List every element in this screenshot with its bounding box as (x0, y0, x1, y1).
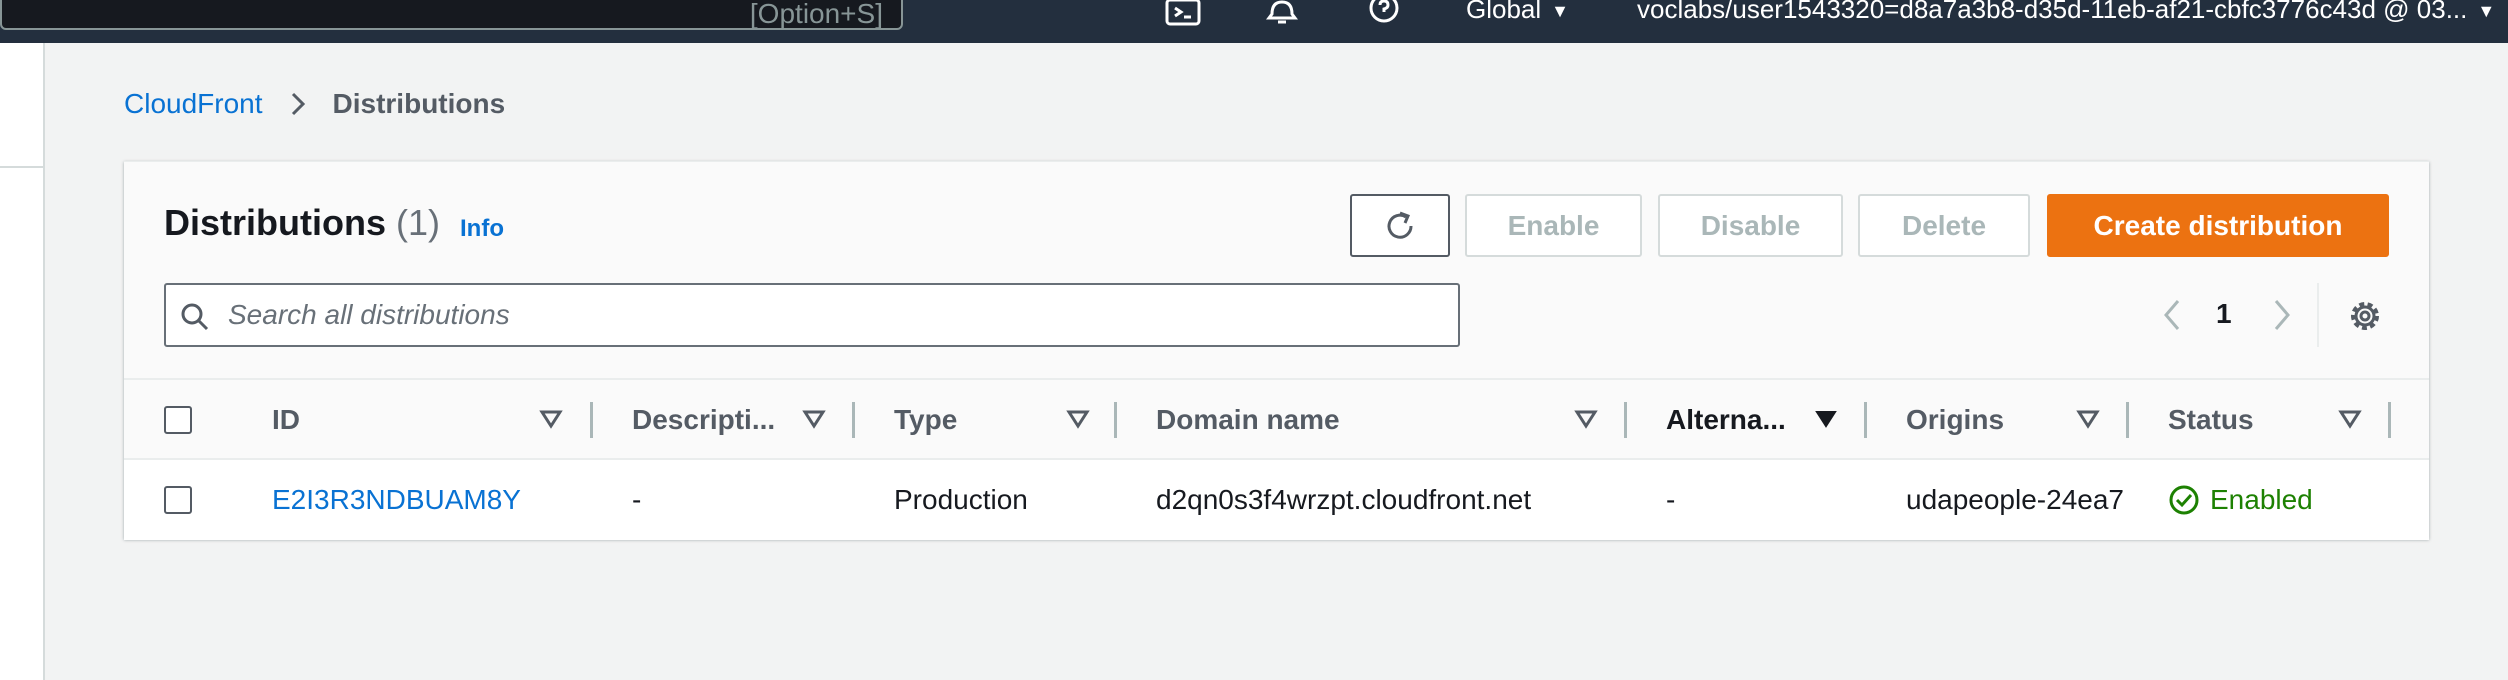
table-header: Distributions (1) Info Enable Disable De… (124, 162, 2429, 380)
previous-page-icon[interactable] (2154, 295, 2190, 335)
page-title: Distributions (1) (164, 202, 440, 244)
title-text: Distributions (164, 202, 386, 243)
search-field[interactable] (164, 283, 1460, 347)
column-header-description[interactable]: Descripti... (632, 380, 775, 460)
column-header-alternate[interactable]: Alterna... (1666, 380, 1786, 460)
column-divider[interactable] (852, 402, 855, 438)
disable-button[interactable]: Disable (1658, 194, 1843, 257)
distributions-table-container: Distributions (1) Info Enable Disable De… (124, 161, 2429, 540)
create-distribution-button[interactable]: Create distribution (2047, 194, 2389, 257)
column-divider[interactable] (2388, 402, 2391, 438)
search-icon (181, 303, 209, 331)
cloudshell-icon[interactable] (1164, 0, 1204, 32)
delete-button[interactable]: Delete (1858, 194, 2030, 257)
info-link[interactable]: Info (460, 215, 504, 243)
sort-icon[interactable] (2338, 408, 2362, 430)
column-header-type[interactable]: Type (894, 380, 957, 460)
select-all-checkbox[interactable] (164, 406, 192, 434)
status-badge: Enabled (2168, 460, 2313, 540)
cell-origins: udapeople-24ea7 (1906, 484, 2124, 515)
cell-type: Production (894, 484, 1028, 515)
check-circle-icon (2169, 485, 2199, 515)
sort-icon[interactable] (802, 408, 826, 430)
column-header-status[interactable]: Status (2168, 380, 2254, 460)
status-text: Enabled (2210, 484, 2313, 515)
row-checkbox[interactable] (164, 486, 192, 514)
search-input[interactable] (228, 295, 1428, 335)
table-row[interactable]: E2I3R3NDBUAM8Y - Production d2qn0s3f4wrz… (124, 460, 2429, 540)
sort-icon[interactable] (1574, 408, 1598, 430)
divider (2317, 283, 2319, 347)
sort-icon[interactable] (2076, 408, 2100, 430)
breadcrumb-distributions: Distributions (332, 88, 506, 119)
column-divider[interactable] (1114, 402, 1117, 438)
page-number[interactable]: 1 (2216, 298, 2232, 330)
sort-icon[interactable] (1066, 408, 1090, 430)
cell-alternate: - (1666, 484, 1676, 515)
search-shortcut-hint: [Option+S] (749, 0, 883, 29)
caret-down-icon: ▼ (2477, 0, 2496, 21)
distribution-count: (1) (396, 202, 441, 243)
region-selector[interactable]: Global ▼ (1466, 0, 1569, 25)
region-label: Global (1466, 0, 1542, 24)
refresh-icon (1387, 211, 1413, 239)
column-header-domain-name[interactable]: Domain name (1156, 380, 1340, 460)
breadcrumb: CloudFront Distributions (124, 88, 505, 120)
column-header-id[interactable]: ID (272, 380, 300, 460)
enable-button[interactable]: Enable (1465, 194, 1642, 257)
divider (0, 166, 43, 168)
cell-domain-name: d2qn0s3f4wrzpt.cloudfront.net (1156, 484, 1532, 515)
bell-icon[interactable] (1262, 0, 1302, 32)
side-navigation-collapsed (0, 43, 45, 680)
caret-down-icon: ▼ (1551, 0, 1569, 21)
gear-icon[interactable] (2346, 297, 2384, 335)
column-divider[interactable] (590, 402, 593, 438)
help-icon[interactable] (1364, 0, 1404, 32)
column-header-origins[interactable]: Origins (1906, 380, 2004, 460)
sort-icon[interactable] (539, 408, 563, 430)
top-navigation: [Option+S] Global ▼ voclabs/user1543320=d… (0, 0, 2508, 43)
breadcrumb-cloudfront[interactable]: CloudFront (124, 88, 263, 120)
distribution-id-link[interactable]: E2I3R3NDBUAM8Y (272, 460, 521, 540)
global-search[interactable]: [Option+S] (0, 0, 903, 30)
refresh-button[interactable] (1350, 194, 1450, 257)
account-label: voclabs/user1543320=d8a7a3b8-d35d-11eb-a… (1637, 0, 2468, 24)
column-divider[interactable] (2126, 402, 2129, 438)
cell-description: - (632, 484, 642, 515)
sort-active-icon[interactable] (1814, 408, 1838, 430)
column-divider[interactable] (1864, 402, 1867, 438)
table-column-headers: ID Descripti... Type Domain name Alterna… (124, 380, 2429, 460)
column-divider[interactable] (1624, 402, 1627, 438)
account-menu[interactable]: voclabs/user1543320=d8a7a3b8-d35d-11eb-a… (1637, 0, 2495, 25)
next-page-icon[interactable] (2264, 295, 2300, 335)
chevron-right-icon (291, 92, 305, 116)
